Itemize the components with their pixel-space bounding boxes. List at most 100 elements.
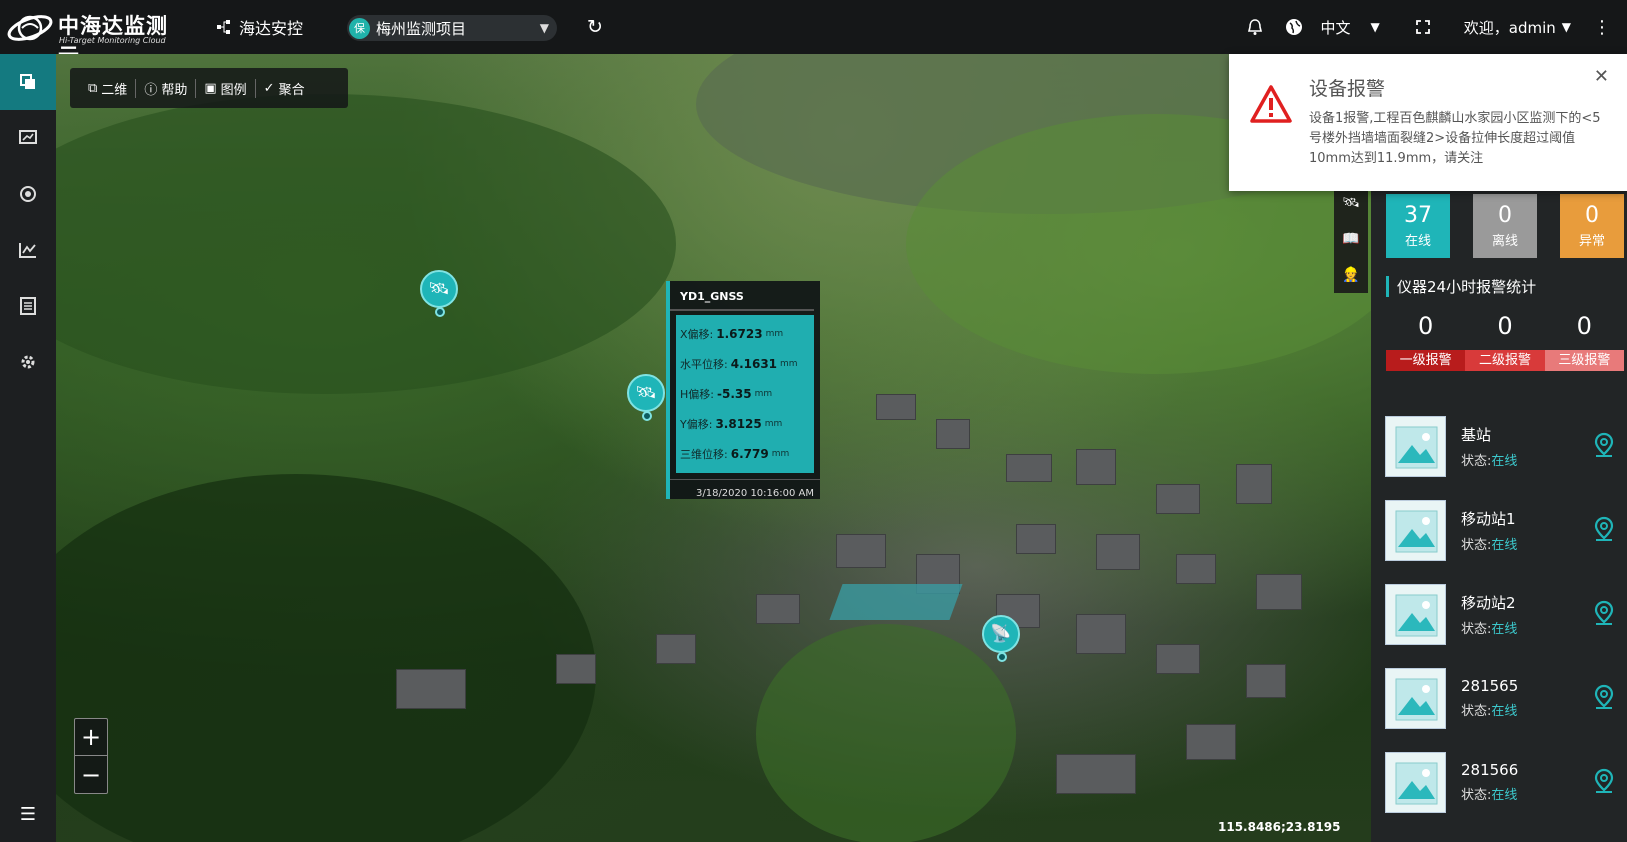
device-name: 281566 — [1461, 761, 1519, 779]
device-thumbnail-icon — [1385, 583, 1446, 645]
row-value: -5.35 — [716, 387, 752, 401]
logo[interactable]: 中海达监测云 Hi-Target Monitoring Cloud — [6, 6, 176, 68]
toolbar-cluster-button[interactable]: ✓ 聚合 — [256, 79, 313, 98]
user-menu[interactable]: 欢迎，admin ▼ — [1464, 17, 1571, 38]
popup-row: 水平位移: 4.1631 mm — [680, 349, 810, 379]
zoom-in-button[interactable]: + — [75, 719, 107, 756]
sidebar-item-sensor[interactable] — [0, 166, 56, 222]
location-pin-icon[interactable] — [1593, 516, 1615, 542]
image-icon: ▣ — [204, 80, 217, 96]
device-item[interactable]: 移动站2 状态:在线 — [1385, 572, 1625, 656]
satellite-tool-icon[interactable]: 🛰 — [1342, 195, 1360, 211]
location-pin-icon[interactable] — [1593, 432, 1615, 458]
more-vertical-icon[interactable]: ⋮ — [1593, 17, 1611, 38]
notification-message: 设备1报警,工程百色麒麟山水家园小区监测下的<5号楼外挡墙墙面裂缝2>设备拉伸长… — [1309, 111, 1601, 166]
zoom-out-button[interactable]: − — [75, 756, 107, 793]
device-name: 移动站2 — [1461, 593, 1516, 612]
device-item[interactable]: 281565 状态:在线 — [1385, 656, 1625, 740]
row-value: 4.1631 — [730, 357, 778, 371]
project-selector[interactable]: 保 梅州监测项目 ▼ — [347, 15, 557, 41]
sidebar-item-settings[interactable] — [0, 334, 56, 390]
location-pin-icon[interactable] — [1593, 768, 1615, 794]
2d-icon: ⧉ — [88, 80, 98, 96]
alarm-level-3[interactable]: 0 三级报警 — [1544, 312, 1624, 371]
refresh-icon[interactable]: ↻ — [587, 16, 603, 38]
building — [1246, 664, 1286, 698]
gnss-marker[interactable]: 🛰 — [420, 270, 460, 318]
device-item[interactable]: 移动站1 状态:在线 — [1385, 488, 1625, 572]
check-circle-icon: ✓ — [263, 80, 275, 96]
book-tool-icon[interactable]: 📖 — [1342, 231, 1359, 247]
alarm-level-2[interactable]: 0 二级报警 — [1465, 312, 1545, 371]
toolbar-help-button[interactable]: ⓘ 帮助 — [136, 78, 197, 98]
building — [756, 594, 800, 624]
top-right-menu: 中文 ▼ 欢迎，admin ▼ ⋮ — [1247, 0, 1627, 54]
chevron-down-icon: ▼ — [539, 21, 549, 35]
toolbar-legend-button[interactable]: ▣ 图例 — [196, 78, 256, 98]
building — [656, 634, 696, 664]
base-station-marker[interactable]: 📡 — [982, 615, 1022, 663]
status-online[interactable]: 37 在线 — [1386, 194, 1450, 258]
project-badge: 保 — [349, 17, 370, 39]
device-status: 在线 — [1491, 537, 1518, 553]
marker-tail — [642, 411, 652, 421]
row-unit: mm — [771, 449, 790, 459]
popup-row: X偏移: 1.6723 mm — [680, 319, 810, 349]
satellite-dish-icon: 📡 — [982, 615, 1020, 653]
device-thumbnail-icon — [1385, 499, 1446, 561]
building — [1256, 574, 1302, 610]
location-pin-icon[interactable] — [1593, 684, 1615, 710]
building — [396, 669, 466, 709]
building — [1236, 464, 1272, 504]
device-item[interactable]: 基站 状态:在线 — [1385, 404, 1625, 488]
sidebar-item-dashboard[interactable] — [0, 110, 56, 166]
toolbar-2d-button[interactable]: ⧉ 二维 — [80, 78, 137, 98]
worker-tool-icon[interactable]: 👷 — [1342, 267, 1359, 283]
toolbar-legend-label: 图例 — [220, 82, 247, 98]
menu-toggle-icon[interactable]: ☰ — [0, 794, 56, 834]
map-coordinates: 115.8486;23.8195 — [1218, 820, 1341, 834]
building — [1156, 484, 1200, 514]
brand-subtitle: Hi-Target Monitoring Cloud — [59, 36, 166, 45]
nav-main-label: 海达安控 — [239, 19, 304, 38]
project-name: 梅州监测项目 — [376, 19, 467, 38]
bell-icon[interactable] — [1247, 18, 1263, 36]
chevron-down-icon: ▼ — [1370, 20, 1380, 34]
device-list: 基站 状态:在线 移动站1 状态:在线 移动站2 状态:在线 281565 状态… — [1385, 404, 1625, 824]
status-abnormal[interactable]: 0 异常 — [1560, 194, 1624, 258]
fullscreen-icon[interactable] — [1415, 20, 1430, 34]
alarm-level-counts: 0 一级报警 0 二级报警 0 三级报警 — [1386, 312, 1624, 371]
org-tree-icon — [217, 20, 230, 34]
alarm-level-1[interactable]: 0 一级报警 — [1386, 312, 1466, 371]
device-status: 在线 — [1491, 704, 1518, 719]
device-thumbnail-icon — [1385, 751, 1446, 813]
row-label: 水平位移: — [680, 358, 728, 371]
popup-row: H偏移: -5.35 mm — [680, 379, 810, 409]
alarm-label: 三级报警 — [1544, 350, 1624, 371]
building — [876, 394, 916, 420]
status-offline[interactable]: 0 离线 — [1473, 194, 1537, 258]
marker-tail — [435, 307, 445, 317]
location-pin-icon[interactable] — [1593, 600, 1615, 626]
chevron-down-icon: ▼ — [1561, 20, 1571, 34]
sidebar-item-layers[interactable] — [0, 54, 56, 110]
sidebar-item-chart[interactable] — [0, 222, 56, 278]
row-label: Y偏移: — [680, 418, 713, 431]
sidebar-item-report[interactable] — [0, 278, 56, 334]
alarm-count: 0 — [1497, 312, 1513, 340]
building — [1056, 754, 1136, 794]
nav-main[interactable]: 海达安控 — [217, 15, 303, 39]
language-label: 中文 — [1320, 18, 1351, 37]
gnss-marker[interactable]: 🛰 — [627, 374, 667, 422]
device-status: 在线 — [1491, 788, 1518, 803]
building — [936, 419, 970, 449]
globe-logo-icon — [7, 15, 53, 41]
status-online-count: 37 — [1404, 203, 1432, 228]
language-selector[interactable]: 中文 ▼ — [1285, 17, 1380, 38]
close-icon[interactable]: ✕ — [1594, 66, 1609, 87]
device-item[interactable]: 281566 状态:在线 — [1385, 740, 1625, 824]
toolbar-2d-label: 二维 — [101, 82, 128, 98]
field — [756, 624, 1016, 842]
dashboard-icon — [19, 130, 37, 144]
building — [1016, 524, 1056, 554]
